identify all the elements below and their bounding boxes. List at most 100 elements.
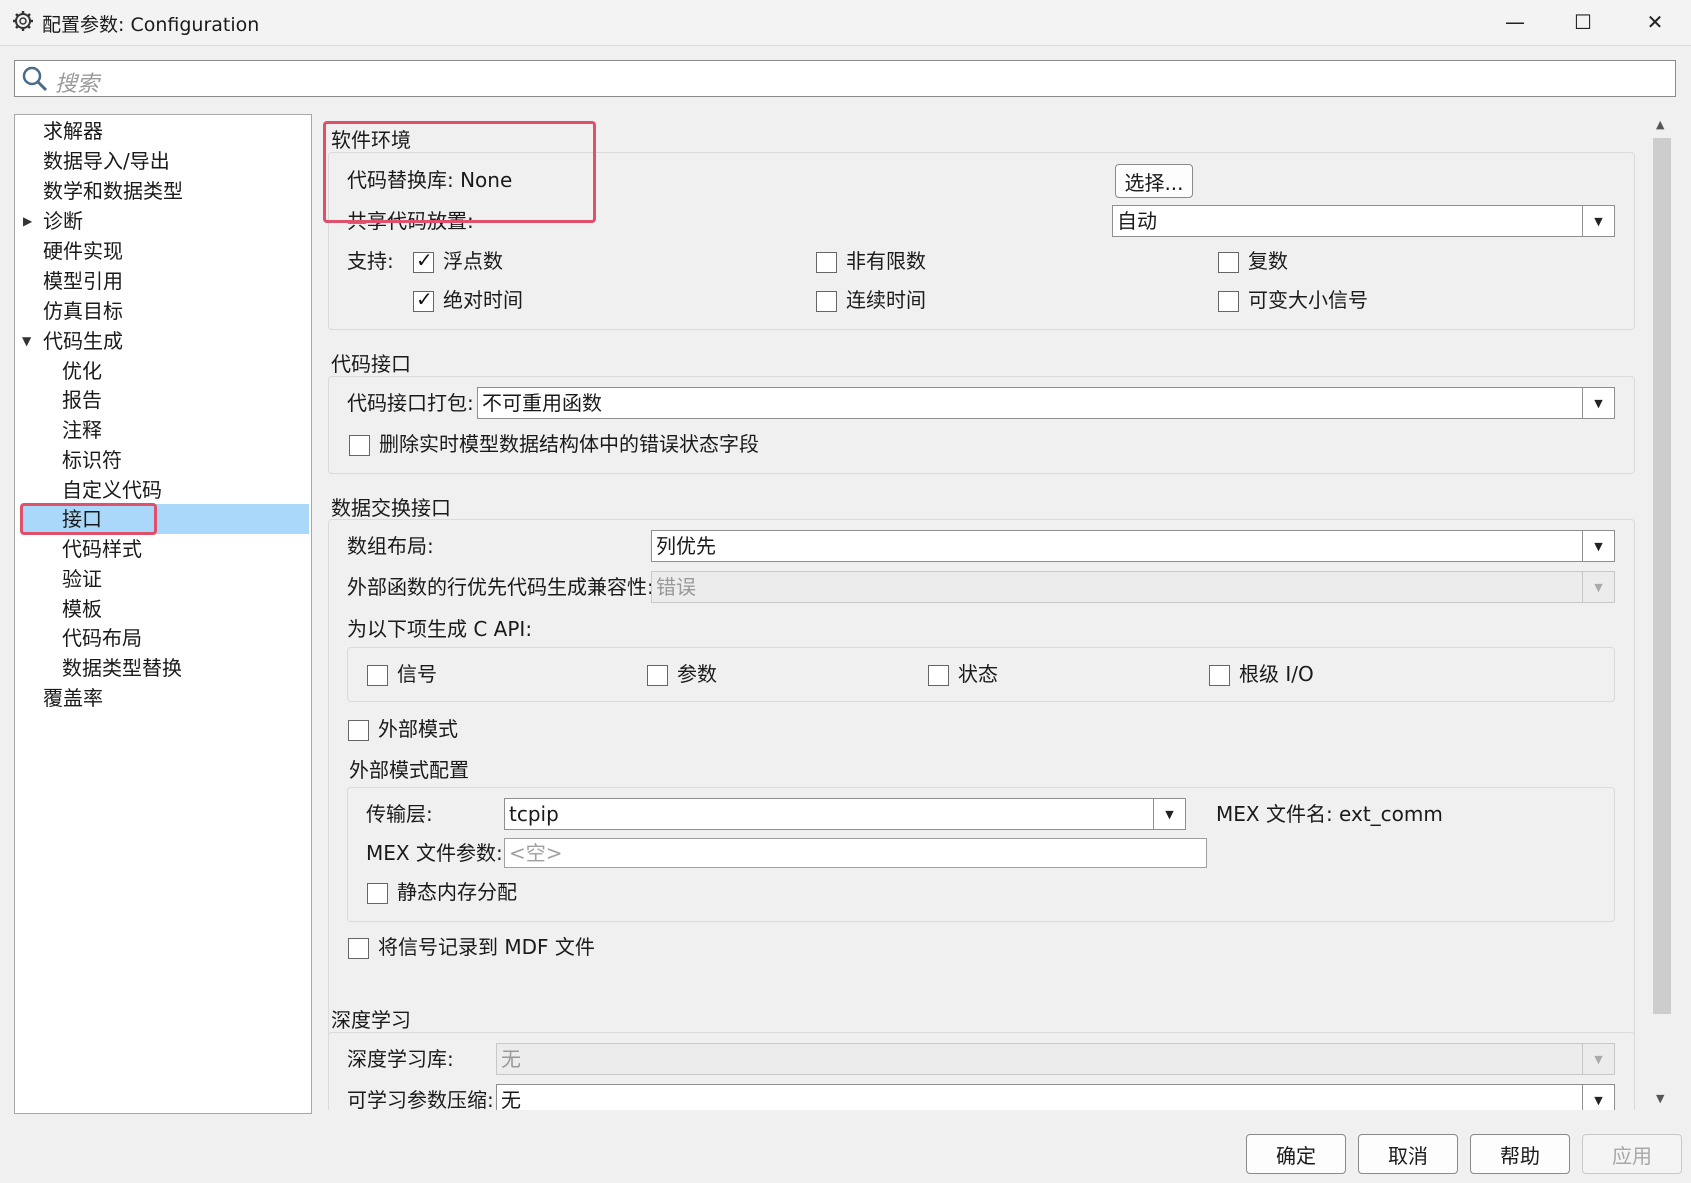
array-layout-value: 列优先 [656,534,716,558]
vertical-scrollbar[interactable]: ▲ ▼ [1650,114,1674,1110]
tree-item-hardware[interactable]: 硬件实现 [43,236,123,266]
settings-panel: 软件环境 代码替换库: None 选择... 共享代码放置: 自动 ▼ 支持: … [320,114,1650,1110]
continuous-time-label: 连续时间 [846,288,926,312]
tree-item-diagnostics[interactable]: 诊断 [43,206,83,236]
variable-size-label: 可变大小信号 [1248,288,1368,312]
chevron-down-icon[interactable]: ▼ [1582,206,1614,236]
transport-value: tcpip [509,802,559,826]
section-title-deep-learning: 深度学习 [331,1008,411,1032]
tree-item-templates[interactable]: 模板 [62,594,102,624]
title-bar: 配置参数: Configuration — ☐ ✕ [0,0,1691,46]
chevron-down-icon[interactable]: ▼ [1582,388,1614,418]
minimize-button[interactable]: — [1480,0,1550,44]
continuous-time-checkbox[interactable] [816,291,837,312]
capi-signal-label: 信号 [397,662,437,686]
tree-item-model-ref[interactable]: 模型引用 [43,266,123,296]
compression-dropdown[interactable]: 无 ▼ [496,1084,1615,1110]
remove-error-status-checkbox[interactable] [349,435,370,456]
cancel-button[interactable]: 取消 [1358,1134,1458,1174]
window-title: 配置参数: Configuration [42,14,260,36]
collapse-arrow-icon[interactable]: ▼ [22,334,31,348]
chevron-down-icon: ▼ [1582,1044,1614,1074]
tree-item-code-gen[interactable]: 代码生成 [43,326,123,356]
row-major-value: 错误 [656,575,696,599]
mex-args-input[interactable] [504,838,1207,868]
external-mode-checkbox[interactable] [348,720,369,741]
capi-state-checkbox[interactable] [928,665,949,686]
variable-size-checkbox[interactable] [1218,291,1239,312]
absolute-time-checkbox[interactable] [413,287,434,312]
capi-label: 为以下项生成 C API: [347,617,533,641]
section-title-code-interface: 代码接口 [331,352,411,376]
array-layout-label: 数组布局: [347,534,434,558]
chevron-down-icon[interactable]: ▼ [1582,1085,1614,1110]
help-button[interactable]: 帮助 [1470,1134,1570,1174]
static-mem-checkbox[interactable] [367,883,388,904]
tree-item-verification[interactable]: 验证 [62,564,102,594]
remove-error-status-label: 删除实时模型数据结构体中的错误状态字段 [379,432,759,456]
select-button[interactable]: 选择... [1115,164,1193,198]
tree-item-code-style[interactable]: 代码样式 [62,534,142,564]
floating-point-label: 浮点数 [443,249,503,273]
gear-icon [12,10,34,32]
tree-item-coverage[interactable]: 覆盖率 [43,683,103,713]
maximize-button[interactable]: ☐ [1548,0,1618,44]
shared-code-dropdown[interactable]: 自动 ▼ [1112,205,1615,237]
interface-highlight-box [20,503,157,535]
floating-point-checkbox[interactable] [413,248,434,273]
tree-item-solver[interactable]: 求解器 [43,116,103,146]
search-bar[interactable]: 搜索 [14,60,1676,97]
external-mode-label: 外部模式 [378,717,458,741]
scroll-down-icon[interactable]: ▼ [1656,1092,1664,1105]
capi-signal-checkbox[interactable] [367,665,388,686]
non-finite-checkbox[interactable] [816,252,837,273]
close-icon: ✕ [1646,10,1664,34]
tree-item-identifiers[interactable]: 标识符 [62,445,122,475]
ok-button[interactable]: 确定 [1246,1134,1346,1174]
support-label: 支持: [347,249,394,273]
complex-checkbox[interactable] [1218,252,1239,273]
dl-library-label: 深度学习库: [347,1047,454,1071]
tree-item-math-types[interactable]: 数学和数据类型 [43,176,183,206]
capi-parameter-label: 参数 [677,662,717,686]
search-placeholder: 搜索 [55,72,100,97]
row-major-dropdown: 错误 ▼ [651,571,1615,603]
search-icon [21,65,49,98]
mex-args-field[interactable] [505,839,1206,867]
close-button[interactable]: ✕ [1620,0,1690,44]
chevron-down-icon[interactable]: ▼ [1582,531,1614,561]
mdf-checkbox[interactable] [348,938,369,959]
transport-dropdown[interactable]: tcpip ▼ [504,798,1186,830]
software-env-highlight-box [323,121,596,223]
transport-label: 传输层: [366,802,433,826]
tree-item-custom-code[interactable]: 自定义代码 [62,475,162,505]
tree-item-report[interactable]: 报告 [62,385,102,415]
compression-label: 可学习参数压缩: [347,1088,494,1110]
packaging-label: 代码接口打包: [347,391,474,415]
tree-item-data-type-replacement[interactable]: 数据类型替换 [62,653,182,683]
chevron-down-icon: ▼ [1582,572,1614,602]
expand-arrow-icon[interactable]: ▶ [23,214,32,228]
packaging-dropdown[interactable]: 不可重用函数 ▼ [477,387,1615,419]
array-layout-dropdown[interactable]: 列优先 ▼ [651,530,1615,562]
compression-value: 无 [501,1088,521,1110]
tree-item-data-io[interactable]: 数据导入/导出 [43,146,170,176]
scrollbar-thumb[interactable] [1653,138,1671,1014]
ext-config-title: 外部模式配置 [349,758,469,782]
packaging-value: 不可重用函数 [482,391,602,415]
section-title-data-exchange: 数据交换接口 [331,496,451,520]
dl-library-value: 无 [501,1047,521,1071]
tree-item-optimization[interactable]: 优化 [62,356,102,386]
tree-item-sim-target[interactable]: 仿真目标 [43,296,123,326]
scroll-up-icon[interactable]: ▲ [1656,118,1664,131]
tree-item-comments[interactable]: 注释 [62,415,102,445]
capi-root-io-checkbox[interactable] [1209,665,1230,686]
apply-button: 应用 [1582,1134,1682,1174]
capi-root-io-label: 根级 I/O [1239,662,1314,686]
chevron-down-icon[interactable]: ▼ [1153,799,1185,829]
capi-parameter-checkbox[interactable] [647,665,668,686]
mdf-label: 将信号记录到 MDF 文件 [378,935,595,959]
minimize-icon: — [1505,10,1525,34]
tree-item-code-layout[interactable]: 代码布局 [62,623,142,653]
category-tree: ▶ ▼ 求解器 数据导入/导出 数学和数据类型 诊断 硬件实现 模型引用 仿真目… [14,114,312,1114]
